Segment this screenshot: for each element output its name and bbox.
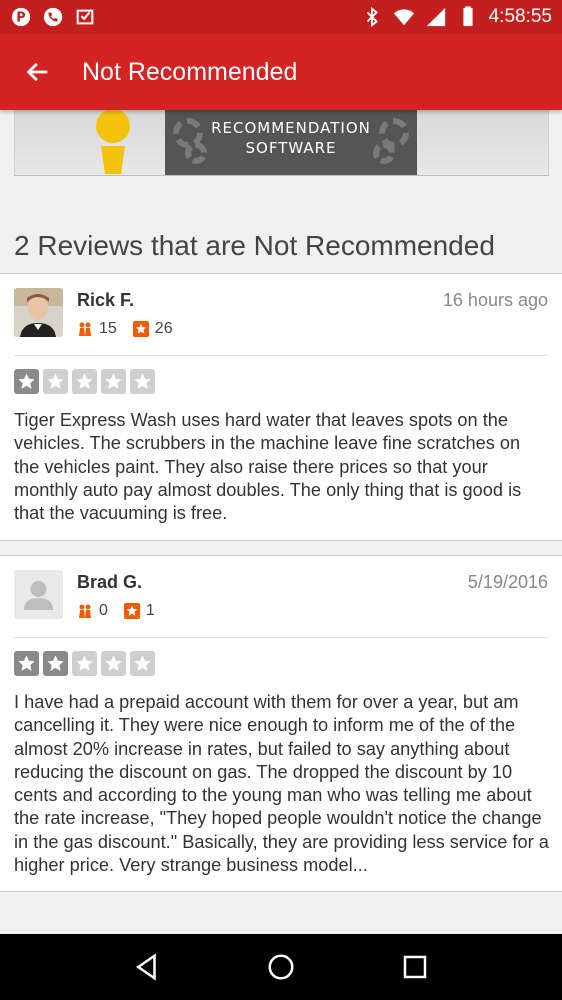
banner-line-1: RECOMMENDATION [211, 119, 371, 137]
divider [14, 637, 548, 638]
signal-icon [425, 6, 447, 28]
friends-count: 15 [99, 320, 117, 337]
review-count: 26 [154, 320, 173, 337]
pinterest-icon: P [10, 6, 32, 28]
phone-icon [42, 6, 64, 28]
star-icon [72, 369, 97, 394]
inbox-check-icon [74, 6, 96, 28]
review-text: I have had a prepaid account with them f… [14, 692, 549, 876]
bluetooth-icon [361, 6, 383, 28]
wifi-icon [393, 6, 415, 28]
review-text: Tiger Express Wash uses hard water that … [14, 410, 522, 524]
nav-recents-button[interactable] [395, 947, 435, 987]
divider [14, 355, 548, 356]
star-icon [43, 651, 68, 676]
reviewer-name[interactable]: Brad G. [77, 572, 142, 593]
avatar[interactable] [14, 288, 63, 337]
recommendation-banner-image: RECOMMENDATION SOFTWARE [14, 110, 549, 176]
star-icon [72, 651, 97, 676]
triangle-back-icon [136, 953, 156, 981]
svg-text:P: P [16, 11, 25, 26]
review-card: Rick F. 16 hours ago 15 26 Tiger Express… [0, 273, 562, 541]
star-rating [14, 651, 155, 676]
status-time: 4:58:55 [488, 6, 552, 27]
star-icon [101, 651, 126, 676]
back-button[interactable] [0, 34, 76, 110]
reviewer-stats: 0 1 [77, 602, 155, 620]
arrow-back-icon [26, 62, 48, 82]
status-bar: P 4:58:55 [0, 0, 562, 34]
reviewer-stats: 15 26 [77, 320, 173, 338]
friends-icon [77, 603, 93, 619]
review-count: 1 [145, 602, 155, 619]
person-illustration-icon [96, 110, 130, 174]
star-rating [14, 369, 155, 394]
battery-icon [457, 6, 479, 28]
app-bar: Not Recommended [0, 34, 562, 110]
star-icon [130, 369, 155, 394]
system-nav-bar [0, 934, 562, 1000]
nav-back-button[interactable] [127, 947, 167, 987]
page-title: Not Recommended [82, 57, 298, 86]
circle-home-icon [268, 954, 294, 980]
star-icon [14, 651, 39, 676]
friends-icon [77, 321, 93, 337]
review-count-icon [123, 603, 140, 619]
avatar[interactable] [14, 570, 63, 619]
review-card: Brad G. 5/19/2016 0 1 I have had a prepa… [0, 555, 562, 892]
friends-count: 0 [99, 602, 108, 619]
star-icon [43, 369, 68, 394]
review-date: 16 hours ago [442, 290, 548, 310]
recommendation-software-sign: RECOMMENDATION SOFTWARE [165, 110, 417, 175]
review-count-icon [132, 321, 149, 337]
banner-line-2: SOFTWARE [245, 139, 337, 157]
reviewer-name[interactable]: Rick F. [77, 290, 134, 311]
square-recents-icon [403, 955, 427, 979]
star-icon [14, 369, 39, 394]
star-icon [101, 369, 126, 394]
nav-home-button[interactable] [261, 947, 301, 987]
star-icon [130, 651, 155, 676]
content-scroll[interactable]: RECOMMENDATION SOFTWARE 2 Reviews that a… [0, 110, 562, 934]
section-title: 2 Reviews that are Not Recommended [14, 230, 495, 261]
review-date: 5/19/2016 [467, 572, 548, 592]
